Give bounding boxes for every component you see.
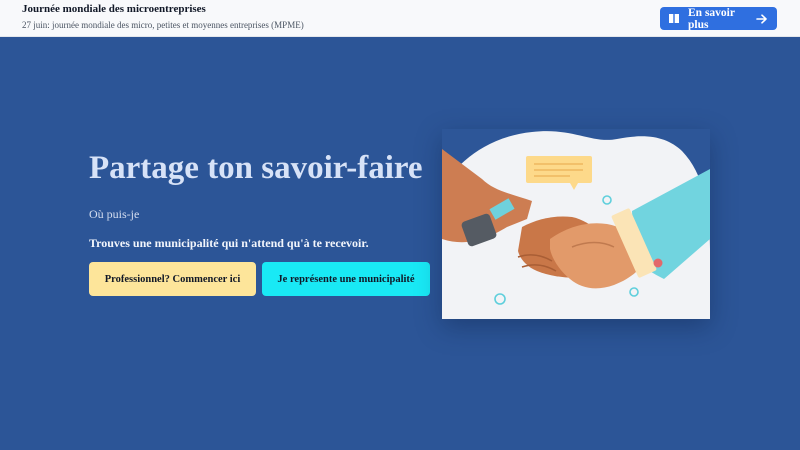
- cufflink-icon: [653, 258, 663, 268]
- hero-headline: Partage ton savoir-faire: [89, 150, 423, 186]
- hero-tagline: Trouves une municipalité qui n'attend qu…: [89, 236, 369, 250]
- announcement-title: Journée mondiale des microentreprises: [22, 3, 206, 15]
- handshake-illustration: [442, 129, 710, 319]
- announcement-bar: Journée mondiale des microentreprises 27…: [0, 0, 800, 37]
- hero-section: Partage ton savoir-faire Où puis-je Trou…: [0, 37, 800, 450]
- hero-subheading: Où puis-je: [89, 207, 140, 221]
- book-icon: [669, 14, 679, 23]
- learn-more-button[interactable]: En savoir plus: [660, 6, 777, 31]
- handshake-image: [442, 131, 710, 319]
- learn-more-label: En savoir plus: [688, 6, 735, 31]
- municipality-button[interactable]: Je représente une municipalité: [262, 262, 430, 296]
- professional-start-button[interactable]: Professionnel? Commencer ici: [89, 262, 256, 296]
- arrow-right-icon: [756, 13, 767, 24]
- announcement-subtitle: 27 juin: journée mondiale des micro, pet…: [22, 20, 304, 30]
